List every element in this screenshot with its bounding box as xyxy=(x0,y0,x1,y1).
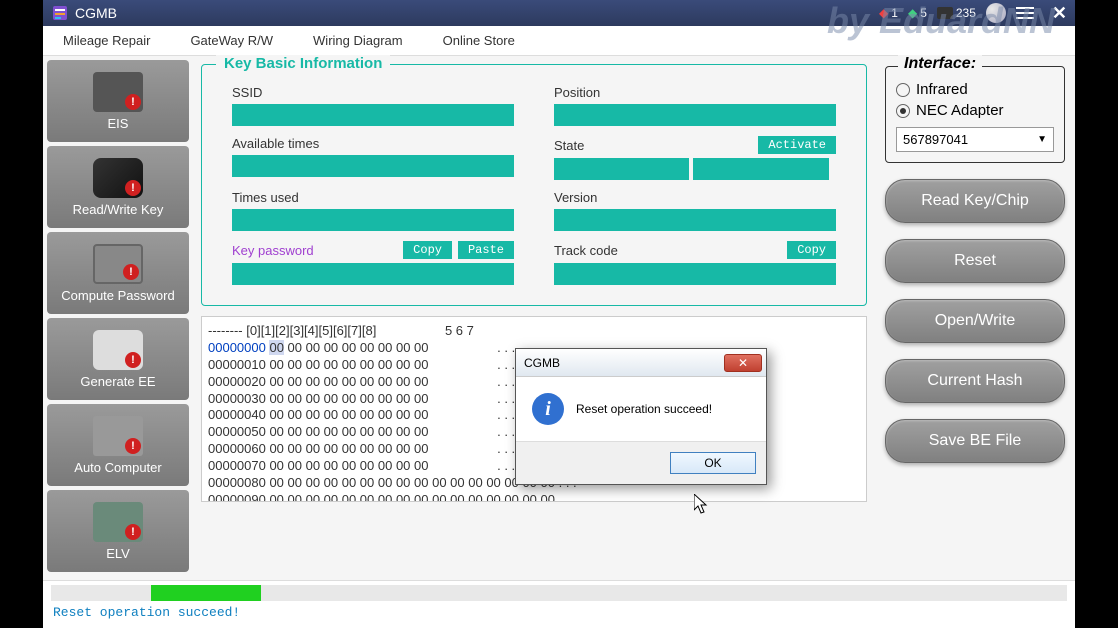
read-key-chip-button[interactable]: Read Key/Chip xyxy=(885,179,1065,223)
app-window: CGMB ◆1 ◆5 235 ✕ by EduardNN Mileage Rep… xyxy=(43,0,1075,628)
radio-icon xyxy=(896,83,910,97)
available-times-row: Available times xyxy=(232,136,514,180)
sidebar-label: ELV xyxy=(106,546,130,561)
sidebar-item-generate-ee[interactable]: ! Generate EE xyxy=(47,318,189,400)
eis-icon: ! xyxy=(93,72,143,112)
combo-value: 567897041 xyxy=(903,132,968,147)
alert-badge-icon: ! xyxy=(125,94,141,110)
times-used-input[interactable] xyxy=(232,209,514,231)
key-password-label: Key password xyxy=(232,243,397,258)
printer-icon: ! xyxy=(93,330,143,370)
reset-button[interactable]: Reset xyxy=(885,239,1065,283)
menu-wiring-diagram[interactable]: Wiring Diagram xyxy=(313,33,403,48)
available-times-input[interactable] xyxy=(232,155,514,177)
watermark: by EduardNN xyxy=(827,0,1055,42)
center-panel: Key Basic Information SSID Position Avai… xyxy=(193,56,875,580)
menu-mileage-repair[interactable]: Mileage Repair xyxy=(63,33,150,48)
sidebar-item-read-write-key[interactable]: ! Read/Write Key xyxy=(47,146,189,228)
paste-password-button[interactable]: Paste xyxy=(458,241,514,259)
sidebar-label: EIS xyxy=(108,116,129,131)
radio-infrared[interactable]: Infrared xyxy=(896,81,1054,98)
copy-password-button[interactable]: Copy xyxy=(403,241,452,259)
version-label: Version xyxy=(554,190,836,205)
radio-label: NEC Adapter xyxy=(916,102,1004,119)
document-icon: ! xyxy=(93,244,143,284)
sidebar-item-compute-password[interactable]: ! Compute Password xyxy=(47,232,189,314)
titlebar-title: CGMB xyxy=(75,5,879,21)
dialog-close-button[interactable]: ✕ xyxy=(724,354,762,372)
radio-nec-adapter[interactable]: NEC Adapter xyxy=(896,102,1054,119)
track-code-input[interactable] xyxy=(554,263,836,285)
track-code-label: Track code xyxy=(554,243,781,258)
sidebar-item-eis[interactable]: ! EIS xyxy=(47,60,189,142)
track-code-row: Track code Copy xyxy=(554,241,836,285)
times-used-row: Times used xyxy=(232,190,514,231)
state-row: State Activate xyxy=(554,136,836,180)
alert-badge-icon: ! xyxy=(125,352,141,368)
pcb-icon: ! xyxy=(93,502,143,542)
key-password-input[interactable] xyxy=(232,263,514,285)
sidebar-item-auto-computer[interactable]: ! Auto Computer xyxy=(47,404,189,486)
sidebar-label: Auto Computer xyxy=(74,460,161,475)
hex-header: -------- [0][1][2][3][4][5][6][7][8] 5 6… xyxy=(208,323,860,340)
info-icon: i xyxy=(532,393,564,425)
available-times-label: Available times xyxy=(232,136,514,151)
state-label: State xyxy=(554,138,752,153)
position-label: Position xyxy=(554,85,836,100)
menu-gateway-rw[interactable]: GateWay R/W xyxy=(190,33,273,48)
status-text: Reset operation succeed! xyxy=(43,603,1075,622)
position-input[interactable] xyxy=(554,104,836,126)
alert-badge-icon: ! xyxy=(125,180,141,196)
key-icon: ! xyxy=(93,158,143,198)
dialog-message: Reset operation succeed! xyxy=(576,402,712,416)
fieldset-legend: Key Basic Information xyxy=(216,55,390,72)
dialog-body: i Reset operation succeed! xyxy=(516,377,766,441)
main-area: ! EIS ! Read/Write Key ! Compute Passwor… xyxy=(43,56,1075,580)
state-input-2[interactable] xyxy=(693,158,828,180)
alert-badge-icon: ! xyxy=(123,264,139,280)
app-icon xyxy=(51,4,69,22)
progress-fill xyxy=(151,585,261,601)
current-hash-button[interactable]: Current Hash xyxy=(885,359,1065,403)
version-input[interactable] xyxy=(554,209,836,231)
interface-fieldset: Interface: Infrared NEC Adapter 56789704… xyxy=(885,66,1065,163)
activate-button[interactable]: Activate xyxy=(758,136,836,154)
times-used-label: Times used xyxy=(232,190,514,205)
sidebar-label: Compute Password xyxy=(61,288,174,303)
radio-label: Infrared xyxy=(916,81,968,98)
dialog-title-text: CGMB xyxy=(524,356,560,370)
dialog-footer: OK xyxy=(516,441,766,484)
ssid-row: SSID xyxy=(232,85,514,126)
key-password-row: Key password Copy Paste xyxy=(232,241,514,285)
sidebar-label: Generate EE xyxy=(80,374,155,389)
ssid-label: SSID xyxy=(232,85,514,100)
version-row: Version xyxy=(554,190,836,231)
alert-badge-icon: ! xyxy=(125,524,141,540)
sidebar-label: Read/Write Key xyxy=(73,202,164,217)
info-grid: SSID Position Available times State Activ… xyxy=(232,85,836,285)
open-write-button[interactable]: Open/Write xyxy=(885,299,1065,343)
message-dialog: CGMB ✕ i Reset operation succeed! OK xyxy=(515,348,767,485)
bottom-bar: Reset operation succeed! xyxy=(43,580,1075,628)
sidebar: ! EIS ! Read/Write Key ! Compute Passwor… xyxy=(43,56,193,580)
key-basic-info-fieldset: Key Basic Information SSID Position Avai… xyxy=(201,64,867,306)
adapter-combobox[interactable]: 567897041 ▼ xyxy=(896,127,1054,152)
radio-icon xyxy=(896,104,910,118)
sidebar-item-elv[interactable]: ! ELV xyxy=(47,490,189,572)
state-input-1[interactable] xyxy=(554,158,689,180)
alert-badge-icon: ! xyxy=(125,438,141,454)
copy-track-button[interactable]: Copy xyxy=(787,241,836,259)
hex-row: 00000090 00 00 00 00 00 00 00 00 00 00 0… xyxy=(208,492,860,502)
interface-legend: Interface: xyxy=(898,55,982,73)
ssid-input[interactable] xyxy=(232,104,514,126)
dialog-titlebar: CGMB ✕ xyxy=(516,349,766,377)
progress-bar xyxy=(51,585,1067,601)
save-be-file-button[interactable]: Save BE File xyxy=(885,419,1065,463)
dropdown-arrow-icon: ▼ xyxy=(1037,134,1047,145)
menu-online-store[interactable]: Online Store xyxy=(443,33,515,48)
right-panel: Interface: Infrared NEC Adapter 56789704… xyxy=(875,56,1075,580)
ecu-icon: ! xyxy=(93,416,143,456)
position-row: Position xyxy=(554,85,836,126)
ok-button[interactable]: OK xyxy=(670,452,756,474)
